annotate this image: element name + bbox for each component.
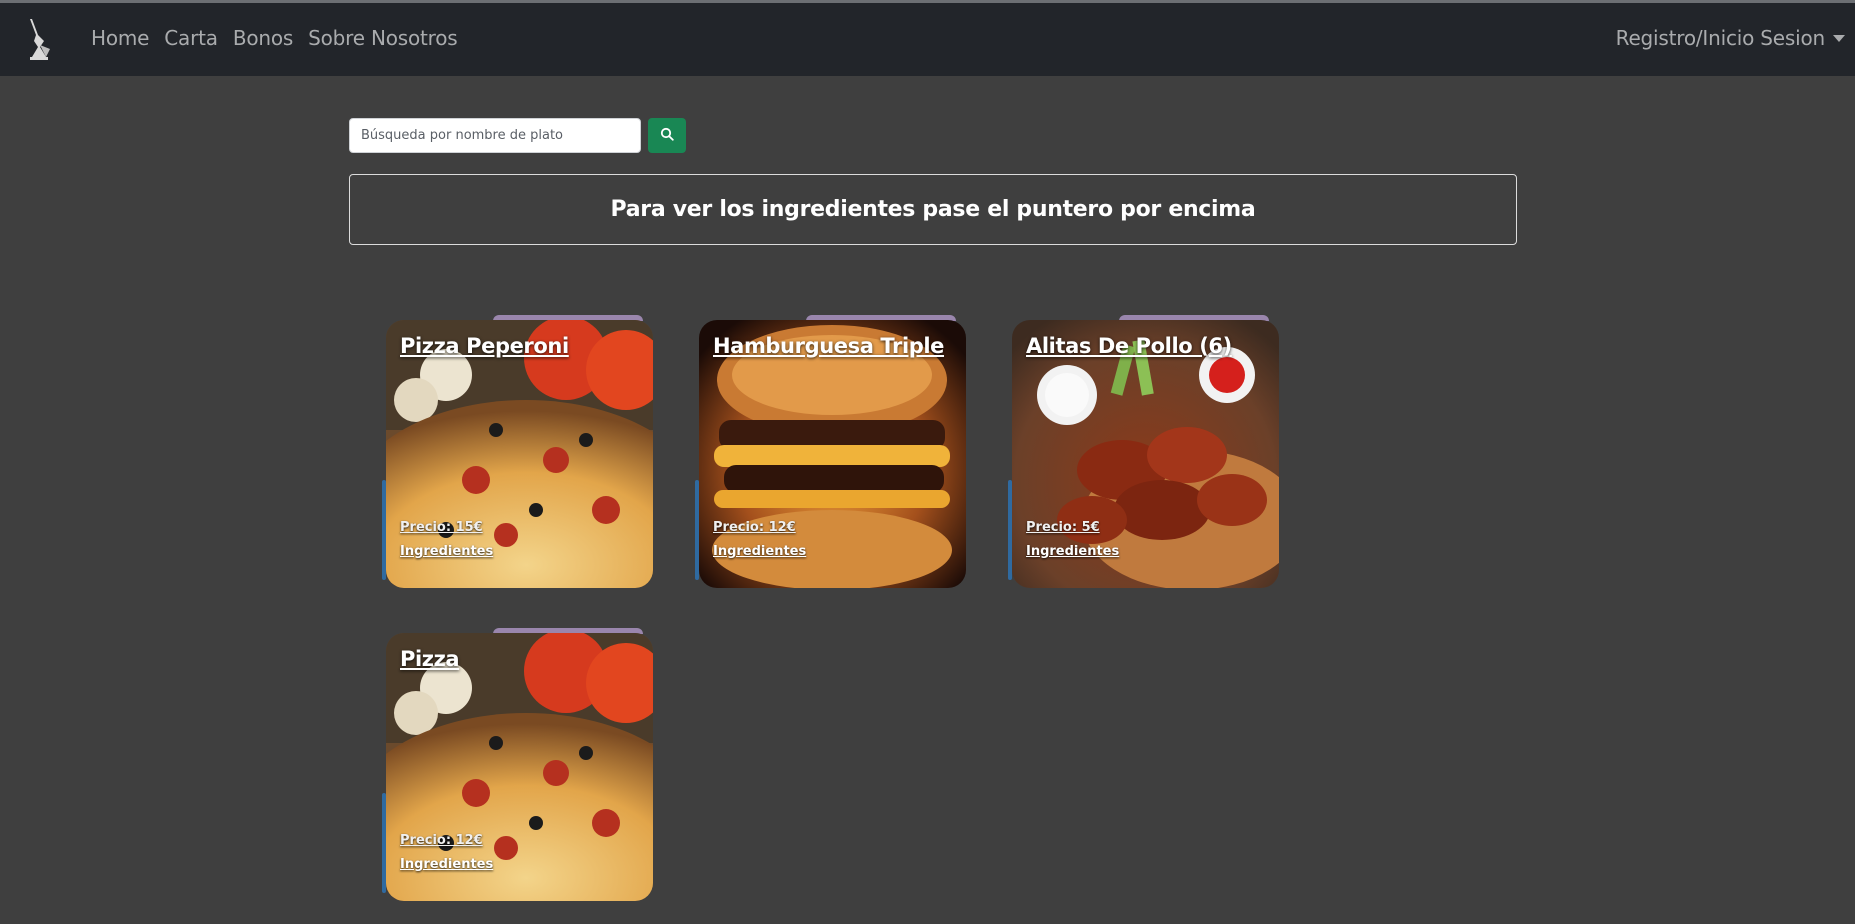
dish-ingredients-link[interactable]: Ingredientes [400,544,493,559]
account-dropdown-label: Registro/Inicio Sesion [1615,26,1826,50]
dish-name: Hamburguesa Triple [713,334,945,358]
nav-link-home[interactable]: Home [91,26,149,50]
bottle-logo-icon[interactable] [24,17,56,63]
dish-price: Precio: 12€ [713,520,796,535]
nav-links: Home Carta Bonos Sobre Nosotros [91,26,473,50]
search-input[interactable] [349,118,641,153]
dish-price: Precio: 12€ [400,833,483,848]
dish-ingredients-link[interactable]: Ingredientes [713,544,806,559]
dish-price: Precio: 5€ [1026,520,1100,535]
account-dropdown[interactable]: Registro/Inicio Sesion [1616,26,1845,50]
dish-card-pizza[interactable]: Pizza Precio: 12€ Ingredientes [386,633,653,901]
dish-price: Precio: 15€ [400,520,483,535]
navbar: Home Carta Bonos Sobre Nosotros Registro… [0,0,1855,76]
dish-name: Alitas De Pollo (6) [1026,334,1232,358]
dish-card-pizza-peperoni[interactable]: Pizza Peperoni Precio: 15€ Ingredientes [386,320,653,588]
nav-link-bonos[interactable]: Bonos [233,26,293,50]
search-icon [660,127,674,144]
dish-name: Pizza Peperoni [400,334,569,358]
dish-name: Pizza [400,647,460,671]
info-text: Para ver los ingredientes pase el punter… [610,197,1256,222]
nav-link-carta[interactable]: Carta [164,26,218,50]
dish-ingredients-link[interactable]: Ingredientes [1026,544,1119,559]
dish-card-alitas-de-pollo[interactable]: Alitas De Pollo (6) Precio: 5€ Ingredien… [1012,320,1279,588]
dish-ingredients-link[interactable]: Ingredientes [400,857,493,872]
dish-card-hamburguesa-triple[interactable]: Hamburguesa Triple Precio: 12€ Ingredien… [699,320,966,588]
caret-down-icon [1833,34,1845,42]
search-button[interactable] [648,118,686,153]
info-box: Para ver los ingredientes pase el punter… [349,174,1517,245]
nav-link-sobre-nosotros[interactable]: Sobre Nosotros [308,26,458,50]
